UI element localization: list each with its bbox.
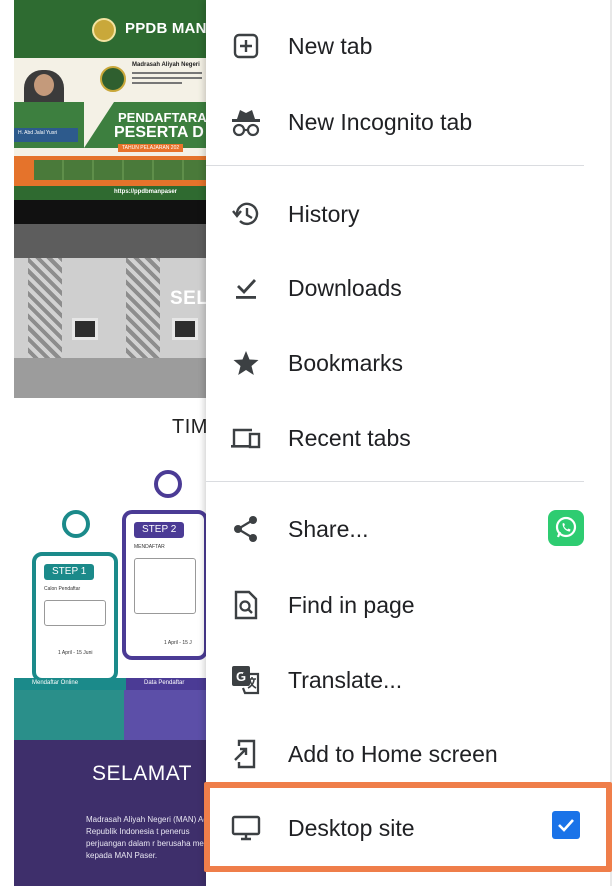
find-in-page-icon [228,587,264,623]
step1-label: STEP 1 [44,564,95,580]
school-logo-icon [92,18,116,42]
menu-item-label: Bookmarks [288,350,404,376]
desktop-site-checkbox[interactable] [552,811,580,839]
menu-divider [206,165,584,166]
bookmarks-star-icon [228,345,264,381]
share-icon [228,511,264,547]
banner-school-name: Madrasah Aliyah Negeri [132,62,200,68]
recent-tabs-icon [228,420,264,456]
menu-item-new-incognito-tab[interactable]: New Incognito tab [206,90,610,150]
menu-item-find-in-page[interactable]: Find in page [206,573,610,633]
registration-banner: Madrasah Aliyah Negeri H. Abd Jalal Yusr… [14,58,214,200]
translate-icon: G [228,662,264,698]
new-tab-icon [228,28,264,64]
menu-divider [206,481,584,482]
welcome-heading: SELAMAT [92,762,192,785]
history-icon [228,196,264,232]
menu-item-label: Translate... [288,667,403,693]
menu-item-history[interactable]: History [206,182,610,242]
menu-item-label: New tab [288,33,373,59]
banner-pendaftaran: PENDAFTARA [118,110,207,125]
step2-sub: MENDAFTAR [134,544,165,550]
incognito-icon [228,104,264,140]
menu-item-label: New Incognito tab [288,109,473,135]
banner-nameplate: H. Abd Jalal Yusri [14,128,78,142]
step2-pin-icon [154,470,182,498]
dark-divider [14,200,214,258]
step1-pin-icon [62,510,90,538]
welcome-paragraph: Madrasah Aliyah Negeri (MAN) Agama Repub… [86,815,214,860]
welcome-section: SELAMAT Madrasah Aliyah Negeri (MAN) Aga… [14,740,214,886]
step1-card: STEP 1 Calon Pendaftar [32,552,118,682]
desktop-icon [228,810,264,846]
menu-item-label: Recent tabs [288,425,411,451]
menu-item-label: Add to Home screen [288,741,498,767]
step2-label: STEP 2 [134,522,185,538]
banner-tahun: TAHUN PELAJARAN 202 [118,144,184,152]
menu-item-recent-tabs[interactable]: Recent tabs [206,406,610,466]
svg-text:G: G [236,669,246,684]
step1-sub: Calon Pendaftar [44,586,81,592]
menu-item-downloads[interactable]: Downloads [206,256,610,316]
step2-card: STEP 2 MENDAFTAR [122,510,208,660]
building-heading: SEL [170,288,209,309]
whatsapp-icon[interactable] [548,510,584,546]
menu-item-label: Desktop site [288,815,415,841]
menu-item-desktop-site[interactable]: Desktop site [206,796,610,856]
add-to-home-icon [228,736,264,772]
checkmark-icon [558,819,574,832]
step2-bar-label: Data Pendaftar [144,680,185,686]
banner-url-bar: https://ppdbmanpaser [14,186,214,200]
step2-date: 1 April - 15 J [164,640,192,646]
downloads-icon [228,270,264,306]
ministry-seal-icon [100,66,126,92]
menu-item-bookmarks[interactable]: Bookmarks [206,331,610,391]
browser-overflow-menu: New tab New Incognito tab History Downlo… [206,0,616,886]
timeline-heading: TIM [172,416,208,438]
registration-steps: STEP 1 Calon Pendaftar STEP 2 MENDAFTAR … [14,460,214,740]
menu-item-translate[interactable]: G Translate... [206,648,610,708]
menu-item-label: Downloads [288,275,402,301]
banner-photo-strip [34,160,210,180]
menu-item-new-tab[interactable]: New tab [206,14,610,74]
banner-peserta: PESERTA D [114,124,204,141]
menu-scroll-edge [610,0,612,886]
menu-item-label: History [288,201,360,227]
step1-date: 1 April - 15 Juni [58,650,93,656]
menu-item-label: Find in page [288,592,415,618]
menu-item-label: Share... [288,516,369,542]
menu-item-add-to-home-screen[interactable]: Add to Home screen [206,722,610,782]
step1-bar-label: Mendaftar Online [32,680,79,686]
building-photo: SEL [14,258,214,398]
